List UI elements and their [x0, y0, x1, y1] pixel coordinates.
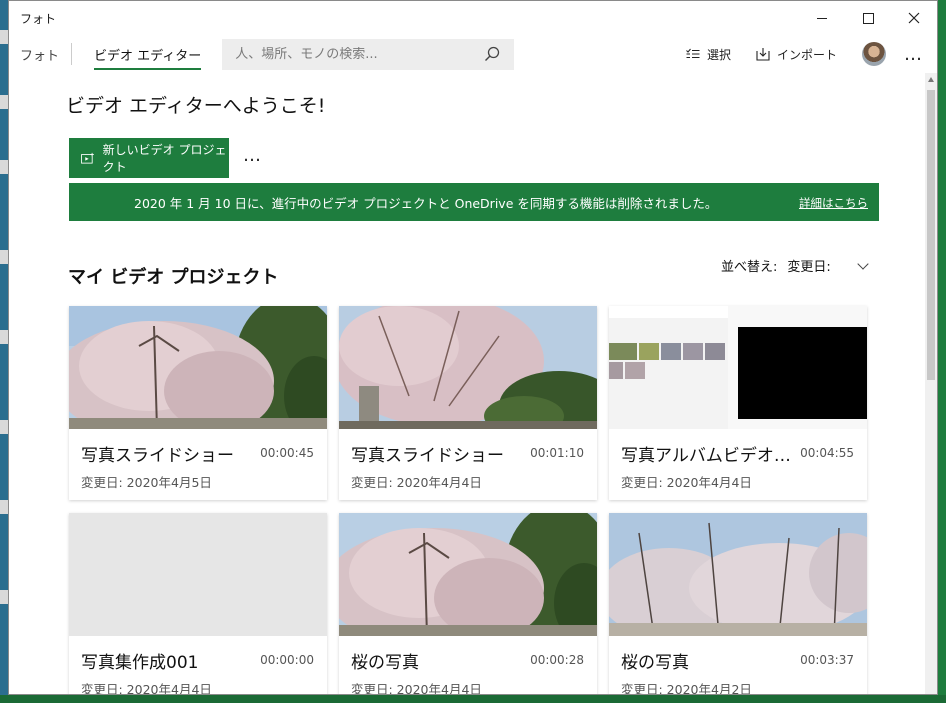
- vertical-scrollbar[interactable]: [925, 73, 937, 694]
- new-video-project-button[interactable]: 新しいビデオ プロジェクト: [69, 138, 229, 178]
- project-modified-date: 変更日: 2020年4月4日: [351, 682, 482, 695]
- close-button[interactable]: [891, 1, 937, 35]
- project-thumbnail: [609, 513, 867, 636]
- project-duration: 00:00:00: [260, 653, 314, 667]
- search-box[interactable]: [222, 38, 515, 70]
- project-modified-date: 変更日: 2020年4月4日: [81, 682, 212, 695]
- project-thumbnail: [69, 513, 327, 636]
- more-actions-icon[interactable]: …: [243, 145, 262, 166]
- project-thumbnail: [609, 306, 867, 429]
- project-modified-date: 変更日: 2020年4月5日: [81, 475, 212, 490]
- sort-dropdown[interactable]: 並べ替え: 変更日:: [721, 256, 869, 275]
- project-card[interactable]: 写真アルバムビデオ… 00:04:55 変更日: 2020年4月4日: [609, 306, 867, 500]
- nav-bar: フォト ビデオ エディター 選択 インポート …: [9, 35, 937, 73]
- project-card[interactable]: 写真集作成001 00:00:00 変更日: 2020年4月4日: [69, 513, 327, 695]
- more-options-icon[interactable]: …: [904, 44, 923, 65]
- project-modified-date: 変更日: 2020年4月2日: [621, 682, 752, 695]
- project-thumbnail: [339, 306, 597, 429]
- video-project-icon: [81, 152, 94, 164]
- project-title: 桜の写真: [351, 653, 419, 673]
- project-thumbnail: [339, 513, 597, 636]
- project-duration: 00:04:55: [800, 446, 854, 460]
- project-title: 桜の写真: [621, 653, 689, 673]
- learn-more-link[interactable]: 詳細はこちら: [799, 195, 868, 211]
- project-title: 写真スライドショー: [81, 446, 234, 466]
- sort-label: 並べ替え:: [721, 260, 778, 275]
- maximize-button[interactable]: [845, 1, 891, 35]
- search-icon[interactable]: [484, 46, 500, 62]
- banner-text: 2020 年 1 月 10 日に、進行中のビデオ プロジェクトと OneDriv…: [134, 195, 718, 211]
- title-bar: フォト: [9, 1, 937, 35]
- scroll-up-icon[interactable]: [928, 77, 934, 82]
- checklist-icon: [686, 48, 700, 58]
- close-icon: [908, 12, 920, 24]
- new-video-project-label: 新しいビデオ プロジェクト: [102, 143, 227, 174]
- project-title: 写真スライドショー: [351, 446, 504, 466]
- nav-actions: 選択 インポート …: [686, 35, 937, 73]
- user-avatar[interactable]: [862, 42, 886, 66]
- chevron-down-icon: [857, 257, 869, 270]
- tab-photos[interactable]: フォト: [20, 35, 71, 73]
- project-card[interactable]: 桜の写真 00:00:28 変更日: 2020年4月4日: [339, 513, 597, 695]
- import-button[interactable]: インポート: [756, 46, 837, 63]
- project-duration: 00:00:28: [530, 653, 584, 667]
- minimize-button[interactable]: [799, 1, 845, 35]
- section-title: マイ ビデオ プロジェクト: [68, 267, 279, 288]
- project-duration: 00:01:10: [530, 446, 584, 460]
- photos-app-window: フォト フォト ビデオ エディター 選択 インポート … ビデオ: [8, 0, 938, 695]
- project-modified-date: 変更日: 2020年4月4日: [351, 475, 482, 490]
- main-content: ビデオ エディターへようこそ! 新しいビデオ プロジェクト … 2020 年 1…: [9, 73, 925, 695]
- scrollbar-thumb[interactable]: [927, 90, 935, 380]
- project-duration: 00:00:45: [260, 446, 314, 460]
- page-title: ビデオ エディターへようこそ!: [66, 95, 326, 117]
- project-card[interactable]: 写真スライドショー 00:01:10 変更日: 2020年4月4日: [339, 306, 597, 500]
- window-title: フォト: [20, 11, 57, 26]
- project-title: 写真アルバムビデオ…: [621, 446, 791, 466]
- project-card[interactable]: 写真スライドショー 00:00:45 変更日: 2020年4月5日: [69, 306, 327, 500]
- tab-video-editor[interactable]: ビデオ エディター: [94, 35, 202, 73]
- select-button[interactable]: 選択: [686, 46, 731, 63]
- sync-notice-banner: 2020 年 1 月 10 日に、進行中のビデオ プロジェクトと OneDriv…: [69, 183, 879, 221]
- project-card[interactable]: 桜の写真 00:03:37 変更日: 2020年4月2日: [609, 513, 867, 695]
- select-label: 選択: [706, 47, 731, 62]
- import-label: インポート: [776, 47, 837, 62]
- project-thumbnail: [69, 306, 327, 429]
- nav-divider: [71, 43, 72, 65]
- project-title: 写真集作成001: [81, 653, 199, 673]
- desktop-edge: [0, 0, 8, 703]
- sort-value: 変更日:: [787, 260, 831, 275]
- project-duration: 00:03:37: [800, 653, 854, 667]
- desktop-bottom-edge: [0, 695, 946, 703]
- search-input[interactable]: [235, 46, 485, 62]
- import-icon: [756, 48, 770, 61]
- project-modified-date: 変更日: 2020年4月4日: [621, 475, 752, 490]
